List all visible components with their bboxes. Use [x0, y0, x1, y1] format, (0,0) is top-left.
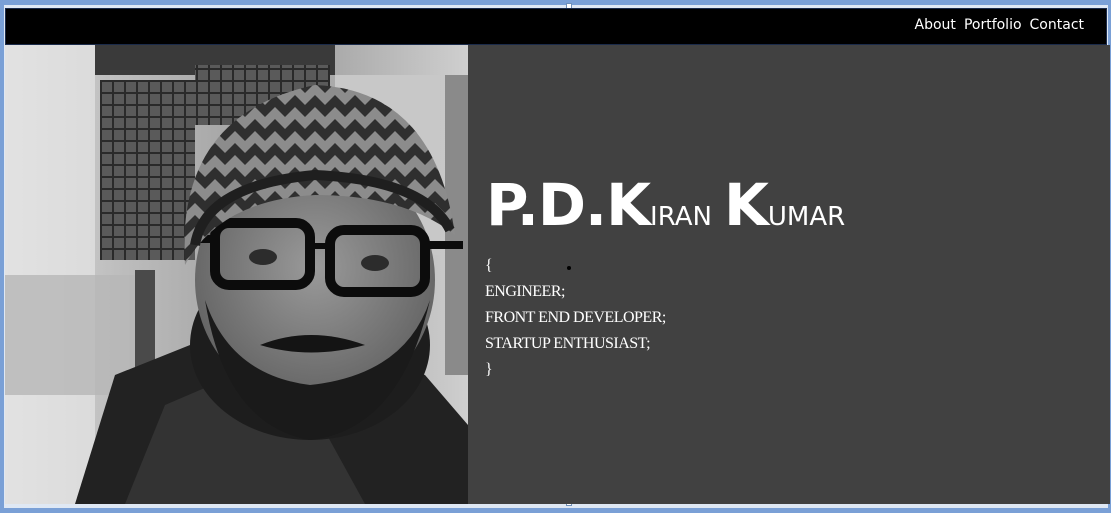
role-startup-enthusiast: STARTUP ENTHUSIAST; [485, 335, 651, 352]
frame-border-bottom [0, 508, 1111, 513]
nav-links: About Portfolio Contact [915, 16, 1084, 34]
roles-code-block: { ENGINEER; FRONT END DEVELOPER; STARTUP… [485, 253, 666, 383]
profile-photo [5, 45, 468, 504]
nav-link-about[interactable]: About [915, 16, 956, 34]
code-open-brace: { [485, 257, 493, 274]
name-first-rest: IRAN [650, 202, 712, 232]
role-front-end-developer: FRONT END DEVELOPER; [485, 309, 666, 326]
code-close-brace: } [485, 361, 493, 378]
editor-frame: About Portfolio Contact P.D.KIRAN KUMAR … [0, 0, 1111, 513]
nav-link-contact[interactable]: Contact [1030, 16, 1084, 34]
frame-border-left [0, 0, 4, 513]
hero-name: P.D.KIRAN KUMAR [486, 171, 845, 239]
name-first-initial: K [606, 171, 651, 239]
nav-link-portfolio[interactable]: Portfolio [964, 16, 1022, 34]
name-last-initial: K [723, 171, 769, 239]
name-last-rest: UMAR [767, 202, 846, 232]
profile-photo-illustration [5, 45, 468, 504]
hero-panel: P.D.KIRAN KUMAR { ENGINEER; FRONT END DEV… [468, 45, 1110, 504]
name-initials: P.D. [486, 171, 607, 239]
frame-border-top [0, 0, 1111, 5]
role-engineer: ENGINEER; [485, 283, 565, 300]
navbar: About Portfolio Contact [5, 8, 1107, 45]
cursor-dot [567, 266, 571, 270]
